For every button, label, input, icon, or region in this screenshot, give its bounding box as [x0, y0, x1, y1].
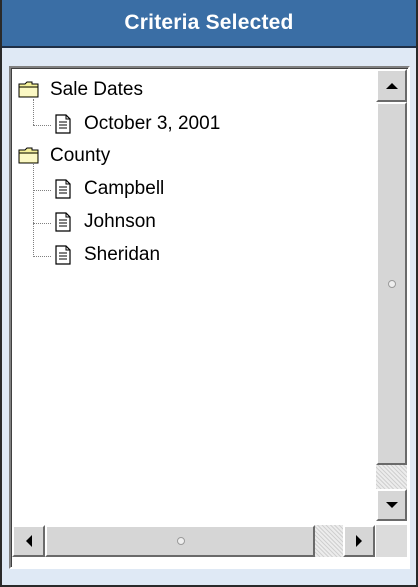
vertical-scrollbar[interactable]: [376, 69, 407, 521]
scroll-up-button[interactable]: [376, 69, 407, 102]
tree-connector: [33, 125, 51, 126]
tree-node-label: Campbell: [84, 178, 165, 199]
tree-item-johnson[interactable]: Johnson: [52, 208, 156, 236]
scroll-down-button[interactable]: [376, 489, 407, 521]
horizontal-scroll-track[interactable]: [315, 525, 343, 557]
horizontal-scrollbar[interactable]: [12, 525, 375, 557]
document-icon: [52, 179, 74, 199]
scroll-left-button[interactable]: [12, 525, 45, 557]
arrow-up-icon: [385, 82, 398, 89]
scroll-grip-icon: [177, 537, 185, 545]
tree-node-label: Sale Dates: [50, 79, 143, 100]
tree-node-label: County: [50, 145, 111, 166]
tree-connector: [33, 256, 51, 257]
tree-connector: [33, 190, 51, 191]
tree-folder-sale-dates[interactable]: Sale Dates: [18, 76, 143, 104]
tree-item-campbell[interactable]: Campbell: [52, 175, 164, 203]
tree-node-label: October 3, 2001: [84, 113, 221, 134]
tree-container: Sale Dates October 3, 2001 County Campbe…: [11, 68, 408, 567]
folder-icon: [18, 146, 40, 166]
tree-connector: [33, 164, 34, 257]
tree-connector: [33, 223, 51, 224]
vertical-scroll-thumb[interactable]: [376, 102, 407, 465]
arrow-right-icon: [356, 535, 362, 547]
tree-node-label: Sheridan: [84, 244, 161, 265]
document-icon: [52, 114, 74, 134]
tree-item-sheridan[interactable]: Sheridan: [52, 241, 160, 269]
panel-title: Criteria Selected: [124, 11, 294, 34]
arrow-down-icon: [385, 502, 398, 508]
panel-title-bar: Criteria Selected: [2, 0, 416, 48]
arrow-left-icon: [25, 535, 32, 547]
scrollbar-corner: [376, 525, 407, 557]
vertical-scroll-track[interactable]: [376, 465, 407, 489]
folder-icon: [18, 80, 40, 100]
tree-folder-county[interactable]: County: [18, 142, 110, 170]
tree-node-label: Johnson: [84, 211, 156, 232]
tree-frame: Sale Dates October 3, 2001 County Campbe…: [9, 66, 410, 569]
criteria-tree[interactable]: Sale Dates October 3, 2001 County Campbe…: [12, 69, 375, 521]
document-icon: [52, 212, 74, 232]
document-icon: [52, 245, 74, 265]
scroll-right-button[interactable]: [343, 525, 375, 557]
tree-item-october-3-2001[interactable]: October 3, 2001: [52, 110, 220, 138]
criteria-panel: Criteria Selected Sale Dates October 3, …: [0, 0, 418, 587]
scroll-grip-icon: [388, 280, 396, 288]
horizontal-scroll-thumb[interactable]: [45, 525, 315, 557]
